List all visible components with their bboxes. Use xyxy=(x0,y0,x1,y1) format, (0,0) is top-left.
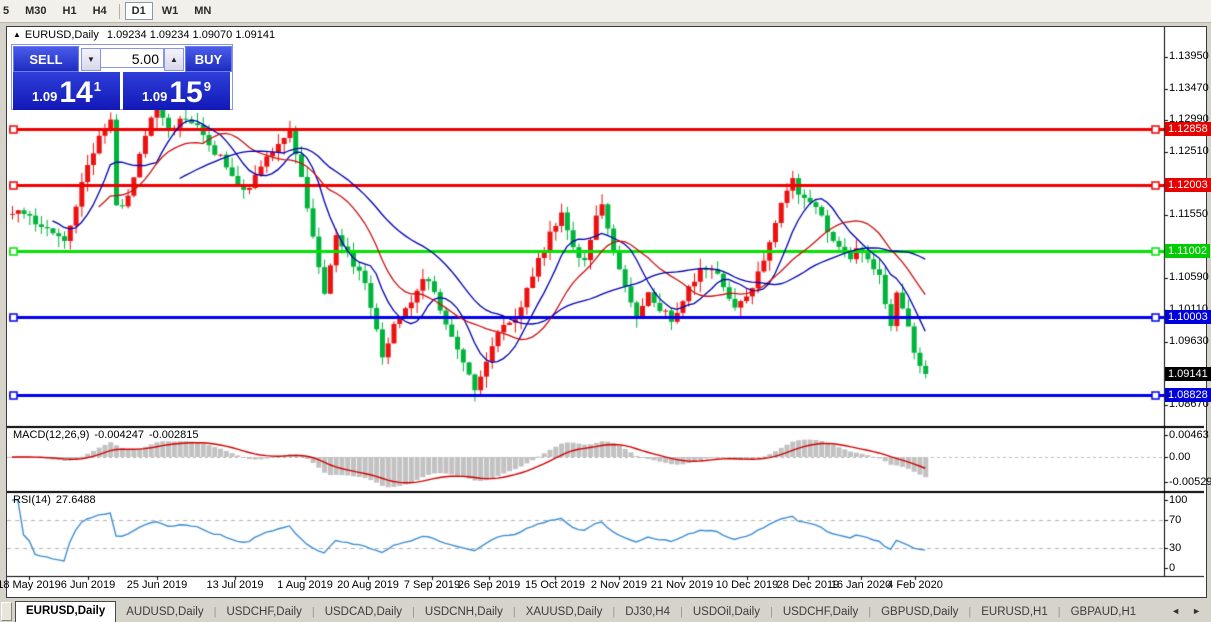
sell-price-sup: 1 xyxy=(93,79,101,94)
macd-value: -0.004247 xyxy=(94,429,144,441)
chart-symbol-label: EURUSD,Daily xyxy=(24,29,99,41)
sell-price-big: 14 xyxy=(59,76,93,109)
buy-quote-button[interactable]: 1.09 15 9 xyxy=(123,72,230,110)
timeframe-button-h4[interactable]: H4 xyxy=(86,2,114,20)
timeframe-button-m30[interactable]: M30 xyxy=(18,2,53,20)
rsi-value: 27.6488 xyxy=(55,494,96,506)
rsi-axis-tick: 70 xyxy=(1169,514,1182,527)
buy-price-big: 15 xyxy=(169,76,203,109)
symbol-tab-bar: EURUSD,Daily AUDUSD,Daily | USDCHF,Daily | US… xyxy=(0,600,1211,622)
macd-axis-tick: 0.00463 xyxy=(1169,429,1209,442)
tab-usdchf-daily[interactable]: USDCHF,Daily xyxy=(773,603,868,622)
date-axis-tick: 20 Aug 2019 xyxy=(337,579,399,591)
macd-name: MACD(12,26,9) xyxy=(13,429,90,441)
date-axis-tick: 6 Jun 2019 xyxy=(60,579,116,591)
timeframe-toolbar: 5 M30 H1 H4 D1 W1 MN xyxy=(0,0,1211,23)
tab-usdcnh-daily[interactable]: USDCNH,Daily xyxy=(415,603,513,622)
tab-gbpusd-daily[interactable]: GBPUSD,Daily xyxy=(871,603,968,622)
sell-quote-button[interactable]: 1.09 14 1 xyxy=(13,72,120,110)
macd-axis-tick: -0.005299 xyxy=(1169,475,1211,488)
tab-scroll-arrows: ◄ ► xyxy=(1165,600,1211,622)
price-level-badge: 1.12003 xyxy=(1165,178,1211,193)
rsi-name: RSI(14) xyxy=(13,494,51,506)
price-axis-tick: 1.13470 xyxy=(1169,81,1209,94)
chart-ohlc-values: 1.09234 1.09234 1.09070 1.09141 xyxy=(106,29,276,41)
price-level-badge: 1.10003 xyxy=(1165,310,1211,325)
tab-eurusd-daily[interactable]: EURUSD,Daily xyxy=(15,601,117,622)
price-axis-tick: 1.12510 xyxy=(1169,144,1209,157)
price-axis-tick: 1.11550 xyxy=(1169,208,1208,221)
tab-usdchf-daily[interactable]: USDCHF,Daily xyxy=(216,603,311,622)
tab-audusd-daily[interactable]: AUDUSD,Daily xyxy=(116,603,213,622)
one-click-trade-panel: SELL ▼ ▲ BUY 1.09141 1.09159 xyxy=(11,44,233,110)
buy-price-small: 1.09 xyxy=(142,89,168,104)
tab-eurusd-h1[interactable]: EURUSD,H1 xyxy=(971,603,1057,622)
buy-price-sup: 9 xyxy=(203,79,211,94)
date-axis-tick: 15 Oct 2019 xyxy=(525,579,585,591)
date-axis-tick: 13 Jul 2019 xyxy=(206,579,264,591)
tab-scroll-right-icon[interactable]: ► xyxy=(1186,604,1207,618)
macd-indicator-label: MACD(12,26,9) -0.004247 -0.002815 xyxy=(13,429,204,441)
arrow-up-icon: ▲ xyxy=(170,55,178,64)
date-axis-tick: 1 Aug 2019 xyxy=(277,579,333,591)
toolbar-separator xyxy=(118,3,120,19)
price-axis-tick: 1.13950 xyxy=(1169,50,1209,62)
sell-price-small: 1.09 xyxy=(32,89,58,104)
timeframe-button-h1[interactable]: H1 xyxy=(56,2,84,20)
price-level-badge: 1.09141 xyxy=(1165,366,1211,381)
timeframe-button-d1[interactable]: D1 xyxy=(124,2,153,20)
timeframe-button-mn[interactable]: MN xyxy=(187,2,218,20)
volume-decrease-button[interactable]: ▼ xyxy=(81,48,101,71)
chart-window: ▲ EURUSD,Daily 1.09234 1.09234 1.09070 1.0… xyxy=(0,26,1211,598)
chart-title: ▲ EURUSD,Daily 1.09234 1.09234 1.09070 1.0… xyxy=(13,29,275,41)
macd-axis-tick: 0.00 xyxy=(1169,451,1191,463)
arrow-down-icon: ▼ xyxy=(87,55,95,64)
rsi-axis-tick: 100 xyxy=(1169,494,1188,506)
date-axis-tick: 7 Sep 2019 xyxy=(403,579,461,591)
date-axis-tick: 10 Dec 2019 xyxy=(715,579,779,591)
price-axis-tick: 1.09630 xyxy=(1169,334,1209,347)
price-axis-tick: 1.10590 xyxy=(1169,271,1209,284)
collapse-arrow-icon[interactable]: ▲ xyxy=(13,30,21,39)
rsi-axis-tick: 0 xyxy=(1169,562,1176,574)
tab-xauusd-daily[interactable]: XAUUSD,Daily xyxy=(516,603,613,622)
price-level-badge: 1.08828 xyxy=(1165,387,1211,402)
buy-button[interactable]: BUY xyxy=(185,46,232,72)
date-axis-tick: 16 Jan 2020 xyxy=(830,579,892,591)
tab-usdcad-daily[interactable]: USDCAD,Daily xyxy=(315,603,412,622)
date-axis-tick: 2 Nov 2019 xyxy=(590,579,648,591)
price-level-badge: 1.12858 xyxy=(1165,121,1211,136)
rsi-axis-tick: 30 xyxy=(1169,541,1182,554)
date-axis-tick: 21 Nov 2019 xyxy=(650,579,714,591)
tab-gbpaud-h1[interactable]: GBPAUD,H1 xyxy=(1061,603,1147,622)
timeframe-button-5[interactable]: 5 xyxy=(0,2,16,20)
sell-button[interactable]: SELL xyxy=(13,46,79,72)
volume-increase-button[interactable]: ▲ xyxy=(164,48,184,71)
tab-dj30-h4[interactable]: DJ30,H4 xyxy=(615,603,680,622)
date-axis-tick: 26 Sep 2019 xyxy=(457,579,521,591)
rsi-indicator-label: RSI(14) 27.6488 xyxy=(13,494,101,506)
macd-signal-value: -0.002815 xyxy=(148,429,199,441)
tab-usdoil-daily[interactable]: USDOil,Daily xyxy=(683,603,770,622)
timeframe-button-w1[interactable]: W1 xyxy=(155,2,186,20)
tabbar-grip[interactable] xyxy=(1,602,12,621)
date-axis-tick: 25 Jun 2019 xyxy=(126,579,188,591)
tab-scroll-left-icon[interactable]: ◄ xyxy=(1165,604,1186,618)
price-level-badge: 1.11002 xyxy=(1165,244,1210,259)
date-axis-tick: 18 May 2019 xyxy=(0,579,61,591)
date-axis-tick: 4 Feb 2020 xyxy=(887,579,943,591)
chart-canvas[interactable] xyxy=(7,27,1204,595)
volume-input[interactable] xyxy=(100,48,164,68)
